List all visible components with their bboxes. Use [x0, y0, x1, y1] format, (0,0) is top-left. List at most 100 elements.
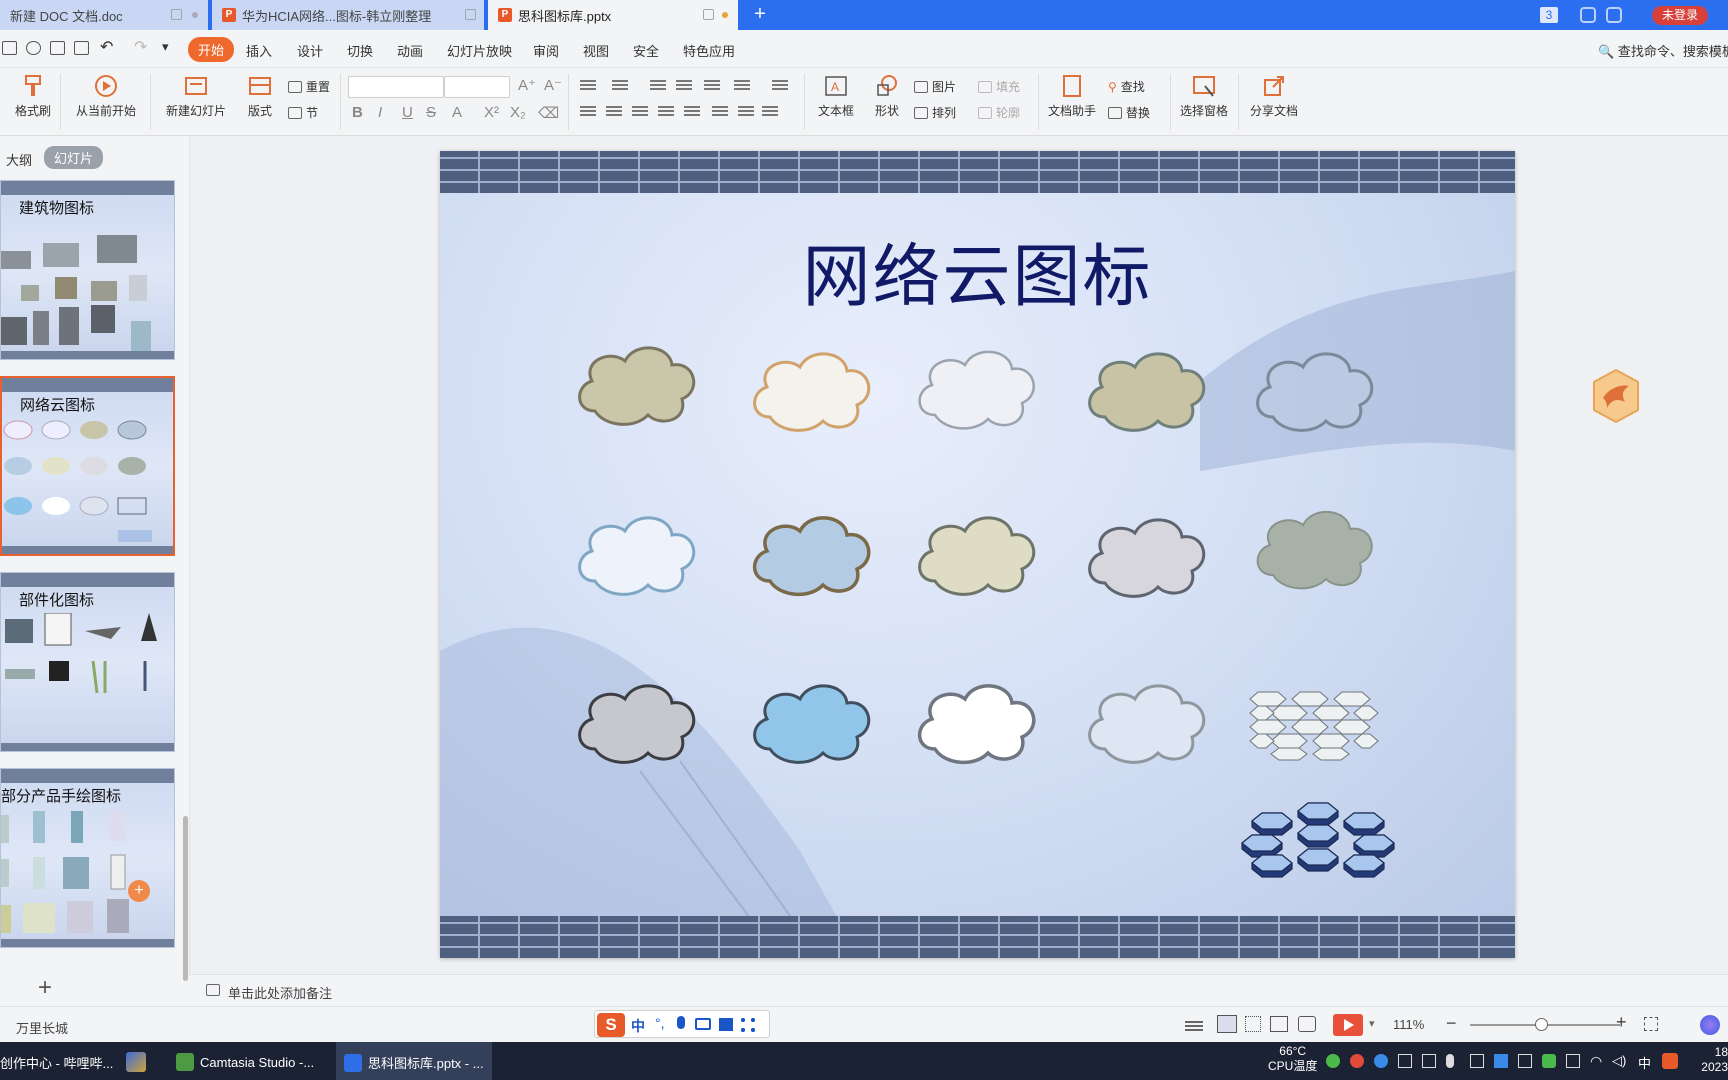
fit-window-icon[interactable]	[1644, 1017, 1658, 1031]
strikethrough-icon[interactable]: S	[426, 104, 436, 121]
undo-history-icon[interactable]	[26, 41, 41, 55]
cloud-icon[interactable]	[570, 501, 700, 601]
assistant-bird-icon[interactable]	[1591, 368, 1641, 424]
ime-indicator[interactable]: 中	[1638, 1053, 1651, 1072]
ime-toolbar[interactable]: S 中 °,	[594, 1010, 770, 1038]
line-spacing-icon[interactable]	[772, 80, 788, 82]
add-tab-icon[interactable]: +	[748, 3, 772, 26]
slide-thumbnail[interactable]: 部分产品手绘图标	[0, 768, 175, 948]
window-count-badge[interactable]: 3	[1540, 7, 1558, 23]
3d-hexagon-grid-icon[interactable]	[1240, 801, 1404, 885]
tab-slides[interactable]: 幻灯片	[44, 146, 104, 169]
sogou-tray-icon[interactable]	[1662, 1053, 1678, 1069]
mic-tray-icon[interactable]	[1446, 1054, 1454, 1068]
section-button[interactable]: 节	[288, 104, 318, 121]
cloud-icon[interactable]	[745, 501, 875, 601]
find-button[interactable]: ⚲ 查找	[1108, 78, 1145, 95]
decrease-indent-icon[interactable]	[650, 80, 666, 82]
bold-icon[interactable]: B	[352, 104, 363, 121]
columns-icon[interactable]	[734, 80, 750, 82]
cloud-icon[interactable]	[910, 501, 1040, 601]
underline-icon[interactable]: U	[402, 104, 413, 121]
cloud-icon[interactable]	[745, 337, 875, 437]
shrink-font-icon[interactable]: A⁻	[544, 76, 562, 94]
tab-close-icon[interactable]	[192, 12, 198, 18]
menu-transition[interactable]: 切换	[347, 41, 373, 60]
redo-icon[interactable]: ↷	[134, 37, 147, 57]
zoom-slider-handle[interactable]	[1535, 1018, 1548, 1031]
theme-name[interactable]: 万里长城	[16, 1018, 68, 1037]
selection-pane-button[interactable]: 选择窗格	[1178, 74, 1230, 119]
cloud-icon[interactable]	[910, 669, 1040, 769]
fill-button[interactable]: 填充	[978, 78, 1020, 95]
tray-icon[interactable]	[1518, 1054, 1532, 1068]
punctuation-icon[interactable]: °,	[655, 1015, 665, 1031]
notes-toggle-icon[interactable]	[1185, 1021, 1203, 1023]
distribute-icon[interactable]	[684, 106, 700, 108]
tray-icon[interactable]	[1326, 1054, 1340, 1068]
add-slide-icon[interactable]: +	[38, 974, 52, 1002]
cpu-temp[interactable]: 66°C CPU温度	[1268, 1044, 1317, 1074]
print-preview-icon[interactable]	[74, 41, 89, 55]
slide-thumbnail[interactable]: 部件化图标	[0, 572, 175, 752]
notes-placeholder[interactable]: 单击此处添加备注	[228, 983, 332, 1002]
replace-button[interactable]: 替换	[1108, 104, 1150, 121]
format-painter-button[interactable]: 格式刷	[12, 74, 54, 119]
play-options-chevron-icon[interactable]: ▾	[1369, 1017, 1375, 1030]
text-align-icon[interactable]	[762, 106, 778, 108]
menu-insert[interactable]: 插入	[246, 41, 272, 60]
arrange-button[interactable]: 排列	[914, 104, 956, 121]
superscript-icon[interactable]: X²	[484, 104, 499, 121]
menu-security[interactable]: 安全	[633, 41, 659, 60]
microphone-icon[interactable]	[677, 1016, 685, 1029]
slide-thumbnail-selected[interactable]: 网络云图标	[0, 376, 175, 556]
skin-shirt-icon[interactable]	[719, 1018, 733, 1031]
justify-icon[interactable]	[658, 106, 674, 108]
cloud-icon[interactable]	[1248, 337, 1378, 437]
menu-animation[interactable]: 动画	[397, 41, 423, 60]
taskbar-item[interactable]: Camtasia Studio -...	[176, 1053, 314, 1071]
ime-mode-label[interactable]: 中	[631, 1016, 645, 1036]
align-right-icon[interactable]	[632, 106, 648, 108]
slide-canvas[interactable]: 网络云图标	[440, 151, 1515, 958]
cloud-icon[interactable]	[570, 331, 700, 431]
font-size-select[interactable]	[444, 76, 510, 98]
tray-icon[interactable]	[1398, 1054, 1412, 1068]
from-current-button[interactable]: 从当前开始	[70, 74, 142, 119]
doc-assistant-button[interactable]: 文档助手	[1046, 74, 1098, 119]
cloud-icon[interactable]	[1248, 495, 1378, 595]
wifi-icon[interactable]: ◠	[1590, 1053, 1602, 1070]
text-box-button[interactable]: A 文本框	[812, 74, 860, 119]
tab-cisco[interactable]: P 思科图标库.pptx	[488, 0, 738, 30]
zoom-out-icon[interactable]: −	[1446, 1013, 1457, 1034]
clock[interactable]: 18 2023	[1700, 1045, 1728, 1075]
shape-button[interactable]: 形状	[868, 74, 906, 119]
subscript-icon[interactable]: X₂	[510, 104, 526, 121]
presenter-view-icon[interactable]	[1298, 1016, 1316, 1032]
share-doc-button[interactable]: 分享文档	[1248, 74, 1300, 119]
grow-font-icon[interactable]: A⁺	[518, 76, 536, 94]
vertical-align-icon[interactable]	[738, 106, 754, 108]
tab-hcia[interactable]: P 华为HCIA网络...图标-韩立刚整理	[212, 0, 484, 30]
app-icon[interactable]	[126, 1052, 146, 1072]
layout-button[interactable]: 版式	[240, 74, 280, 119]
toolbox-icon[interactable]	[741, 1018, 755, 1032]
reading-view-icon[interactable]	[1270, 1016, 1288, 1032]
thumbnail-scrollbar[interactable]	[183, 816, 188, 981]
numbered-list-icon[interactable]	[612, 80, 628, 82]
picture-button[interactable]: 图片	[914, 78, 956, 95]
taskbar-item[interactable]: 创作中心 - 哔哩哔...	[0, 1053, 113, 1072]
search-command[interactable]: 🔍 查找命令、搜索模板	[1598, 41, 1728, 60]
zoom-level[interactable]: 111%	[1393, 1017, 1424, 1032]
paragraph-spacing-icon[interactable]	[712, 106, 728, 108]
undo-icon[interactable]: ↶	[100, 37, 113, 57]
hexagon-grid-icon[interactable]	[1248, 691, 1380, 761]
text-direction-icon[interactable]	[704, 80, 720, 82]
volume-icon[interactable]: ◁)	[1612, 1053, 1626, 1069]
login-button[interactable]: 未登录	[1652, 6, 1709, 25]
assistant-orb-icon[interactable]	[1700, 1015, 1720, 1035]
cloud-icon[interactable]	[910, 335, 1040, 435]
slide-sorter-icon[interactable]	[1245, 1016, 1261, 1032]
tray-icon[interactable]	[1566, 1054, 1580, 1068]
notes-bar[interactable]: 单击此处添加备注	[190, 974, 1728, 1006]
